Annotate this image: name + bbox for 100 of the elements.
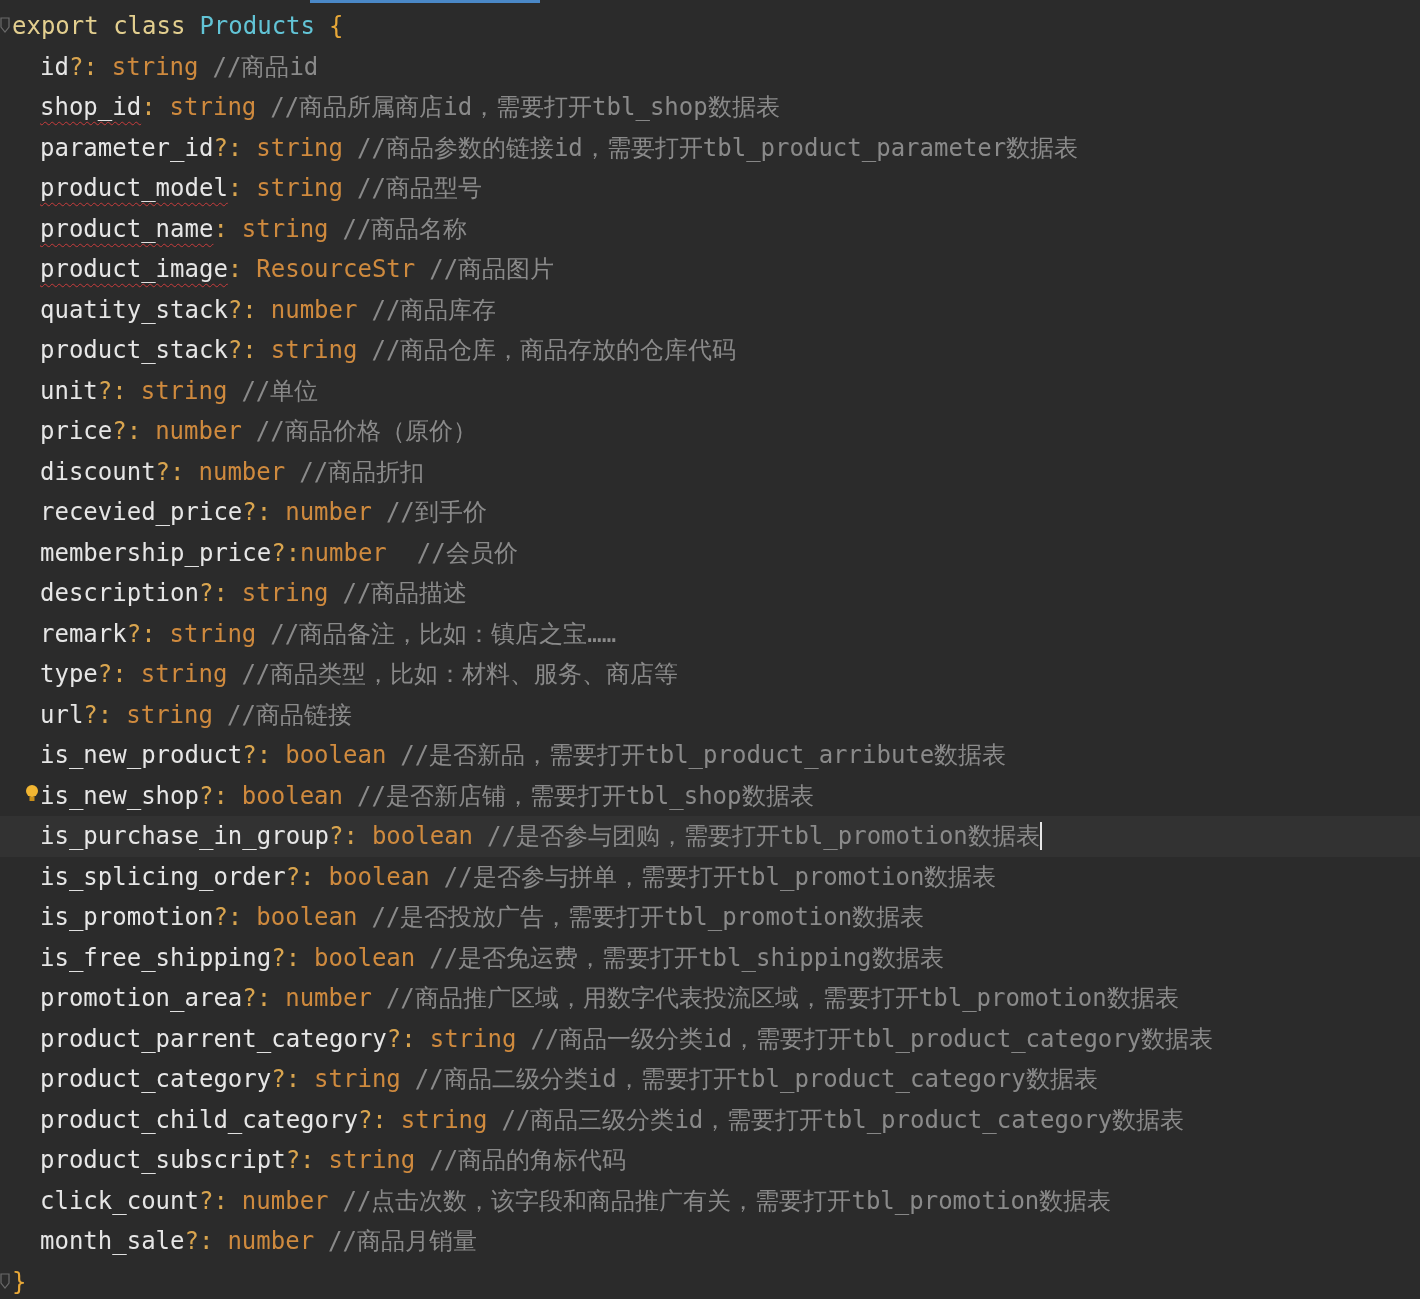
type-annotation: string	[139, 659, 228, 690]
property-name: type	[40, 659, 98, 690]
code-comment: //商品型号	[357, 173, 482, 204]
punctuation: ?:	[126, 618, 156, 650]
punctuation: ?:	[285, 861, 315, 893]
property-name: discount	[40, 456, 156, 488]
code-comment: //商品描述	[342, 578, 468, 609]
code-comment: //是否新品，需要打开tbl_product_arribute数据表	[400, 740, 1007, 771]
fold-marker-icon[interactable]	[0, 17, 10, 35]
property-name: description	[40, 578, 199, 609]
property-name: click_count	[40, 1185, 199, 1217]
type-annotation: number	[240, 1185, 329, 1217]
code-comment: //商品id	[212, 51, 319, 83]
code-comment: //商品名称	[342, 213, 468, 245]
type-annotation: ResourceStr	[255, 254, 416, 285]
type-annotation: string	[399, 1104, 488, 1136]
fold-marker-icon[interactable]	[0, 1272, 10, 1291]
property-name: product_category	[40, 1064, 272, 1095]
code-comment: //到手价	[385, 497, 487, 528]
punctuation: ?:	[83, 699, 113, 731]
punctuation: ?:	[357, 1104, 387, 1136]
punctuation: ?:	[285, 1145, 315, 1176]
punctuation: :	[213, 213, 228, 245]
punctuation: ?:	[271, 537, 301, 569]
type-annotation: boolean	[284, 740, 387, 771]
property-name: product_subscript	[40, 1145, 286, 1176]
code-comment: //商品推广区域，用数字代表投流区域，需要打开tbl_promotion数据表	[385, 983, 1179, 1014]
punctuation: ?:	[227, 294, 257, 326]
type-annotation: number	[154, 416, 242, 447]
punctuation: ?:	[198, 1185, 228, 1217]
punctuation: ?:	[198, 578, 228, 609]
punctuation: ?:	[68, 51, 98, 83]
type-annotation: string	[168, 92, 257, 123]
code-comment: //商品折扣	[299, 456, 425, 488]
property-name: is_new_product	[40, 740, 243, 771]
type-annotation: boolean	[255, 902, 358, 933]
property-name: price	[40, 416, 113, 447]
code-comment: //是否新店铺，需要打开tbl_shop数据表	[357, 780, 814, 812]
type-annotation: string	[139, 375, 228, 407]
punctuation: ?:	[271, 942, 301, 974]
class-name: Products	[199, 11, 315, 42]
type-annotation: string	[327, 1145, 416, 1176]
property-name: is_promotion	[40, 902, 214, 933]
property-name: is_purchase_in_group	[40, 821, 329, 852]
lightbulb-icon[interactable]	[25, 783, 39, 804]
type-annotation: string	[240, 578, 329, 609]
code-comment: //商品三级分类id，需要打开tbl_product_category数据表	[501, 1104, 1185, 1136]
brace: {	[329, 11, 344, 42]
property-name: product_name	[40, 213, 214, 245]
punctuation: :	[227, 254, 243, 285]
punctuation: ?:	[271, 1064, 301, 1095]
punctuation: ?:	[386, 1023, 416, 1055]
type-annotation: boolean	[370, 821, 474, 852]
code-comment: //商品参数的链接id，需要打开tbl_product_parameter数据表	[357, 132, 1079, 164]
property-name: recevied_price	[40, 497, 243, 528]
code-comment: //商品的角标代码	[429, 1145, 627, 1176]
type-annotation: string	[255, 132, 343, 164]
code-comment: //商品链接	[226, 699, 352, 731]
property-name: parameter_id	[40, 132, 214, 164]
text-cursor	[1039, 822, 1042, 851]
code-comment: //单位	[241, 375, 319, 407]
punctuation: ?:	[112, 416, 142, 447]
punctuation: ?:	[198, 780, 228, 812]
type-annotation: number	[269, 294, 358, 326]
punctuation: ?:	[242, 497, 272, 528]
type-annotation: string	[110, 51, 199, 83]
type-annotation: string	[313, 1064, 401, 1095]
code-comment: //商品图片	[429, 254, 555, 285]
type-annotation: string	[255, 173, 343, 204]
punctuation: ?:	[329, 821, 358, 852]
property-name: is_new_shop	[40, 780, 199, 812]
type-annotation: boolean	[313, 942, 416, 974]
property-name: quatity_stack	[40, 294, 228, 326]
code-comment: //会员价	[416, 537, 518, 569]
property-name: product_stack	[40, 335, 228, 366]
code-comment: //点击次数，该字段和商品推广有关，需要打开tbl_promotion数据表	[342, 1185, 1112, 1217]
property-name: membership_price	[40, 537, 272, 569]
type-annotation: string	[428, 1023, 517, 1055]
code-comment: //是否免运费，需要打开tbl_shipping数据表	[429, 942, 944, 974]
code-comment: //商品类型，比如：材料、服务、商店等	[241, 659, 679, 690]
property-name: remark	[40, 618, 127, 650]
type-annotation: number	[226, 1226, 315, 1257]
property-name: unit	[40, 375, 98, 407]
code-comment: //商品备注，比如：镇店之宝……	[270, 618, 617, 650]
code-comment: //商品价格（原价）	[255, 416, 477, 447]
type-annotation: number	[284, 497, 372, 528]
property-name: product_child_category	[40, 1104, 358, 1136]
punctuation: ?:	[213, 902, 243, 933]
punctuation: :	[141, 92, 156, 123]
property-name: shop_id	[40, 92, 142, 123]
punctuation: ?:	[242, 740, 272, 771]
code-comment: //商品月销量	[328, 1226, 477, 1257]
property-name: month_sale	[40, 1226, 185, 1257]
code-comment: //是否参与拼单，需要打开tbl_promotion数据表	[443, 861, 997, 893]
type-annotation: number	[300, 537, 387, 569]
code-comment: //商品二级分类id，需要打开tbl_product_category数据表	[414, 1064, 1098, 1095]
type-annotation: string	[240, 213, 329, 245]
property-name: product_parrent_category	[40, 1023, 387, 1055]
type-annotation: string	[168, 618, 257, 650]
punctuation: ?:	[184, 1226, 214, 1257]
